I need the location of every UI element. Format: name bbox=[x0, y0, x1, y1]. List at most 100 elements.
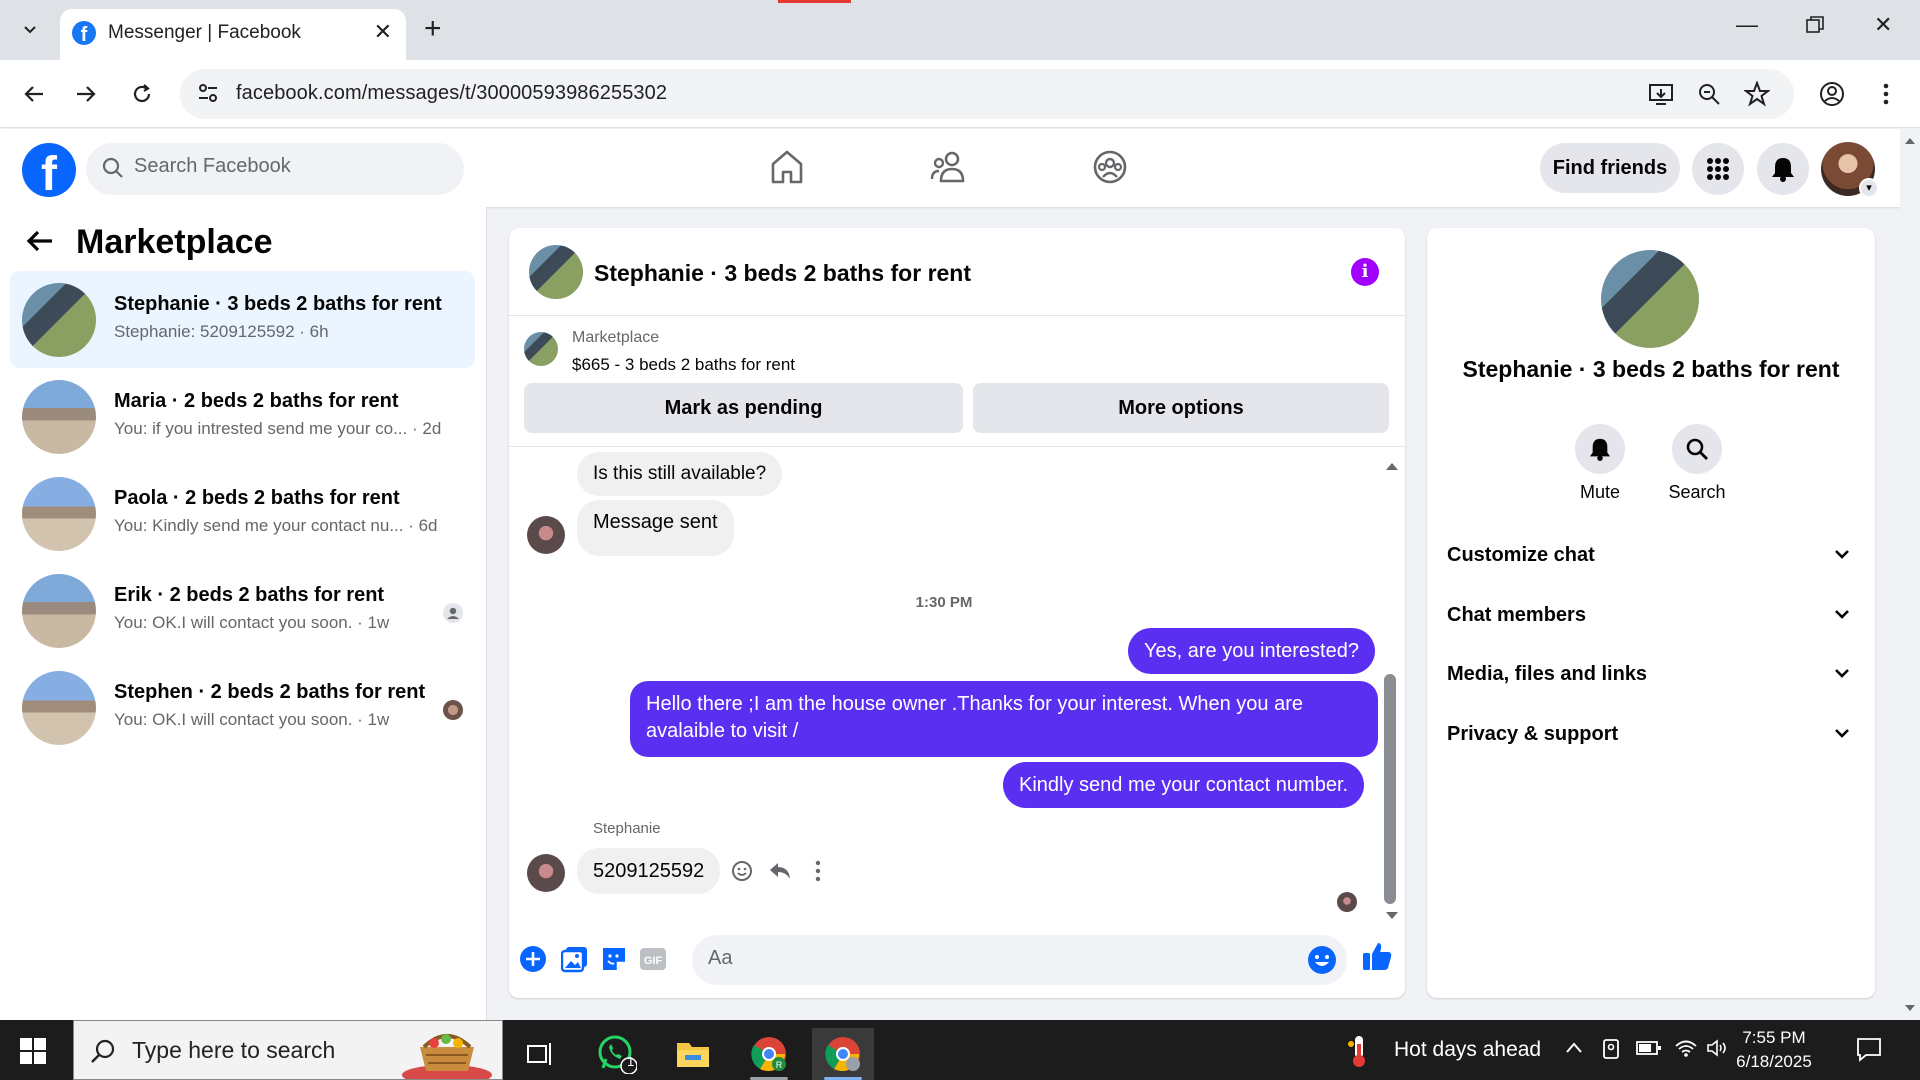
site-settings-icon[interactable] bbox=[196, 81, 220, 110]
minimize-icon[interactable]: — bbox=[1736, 12, 1758, 38]
listing-thumbnail[interactable] bbox=[524, 332, 558, 366]
chrome-icon[interactable] bbox=[812, 1028, 874, 1080]
conversation-name: Stephanie · 3 beds 2 baths for rent bbox=[114, 293, 442, 315]
windows-taskbar: 1 R Hot days ahead 7:55 PM 6/18/2025 bbox=[0, 1020, 1920, 1080]
windows-start-icon[interactable] bbox=[20, 1038, 46, 1069]
message-input[interactable] bbox=[708, 947, 1268, 970]
scroll-up-icon[interactable] bbox=[1904, 137, 1916, 145]
zoom-icon[interactable] bbox=[1696, 81, 1722, 112]
task-view-icon[interactable] bbox=[509, 1028, 571, 1080]
friends-icon[interactable] bbox=[930, 149, 966, 190]
seen-person-icon bbox=[443, 603, 463, 623]
chevron-down-icon bbox=[1833, 650, 1851, 716]
battery-icon[interactable] bbox=[1636, 1038, 1662, 1063]
sender-avatar[interactable] bbox=[527, 516, 565, 554]
details-avatar[interactable] bbox=[1601, 250, 1699, 348]
close-tab-icon[interactable]: ✕ bbox=[374, 19, 392, 45]
plus-circle-icon[interactable] bbox=[519, 945, 547, 978]
page-title: Marketplace bbox=[76, 223, 273, 261]
message-input-field[interactable] bbox=[692, 935, 1347, 985]
back-icon[interactable] bbox=[16, 76, 52, 112]
scroll-down-icon[interactable] bbox=[1385, 908, 1399, 926]
outgoing-message[interactable]: Kindly send me your contact number. bbox=[1003, 762, 1365, 808]
conversation-item[interactable]: Maria · 2 beds 2 baths for rent You: if … bbox=[10, 368, 475, 465]
chrome-profile-icon[interactable]: R bbox=[738, 1028, 800, 1080]
whatsapp-icon[interactable]: 1 bbox=[586, 1028, 648, 1080]
chevron-down-icon[interactable]: ▾ bbox=[1859, 178, 1879, 198]
facebook-search[interactable] bbox=[86, 143, 464, 195]
meet-icon[interactable] bbox=[1600, 1038, 1622, 1065]
forward-icon[interactable] bbox=[68, 76, 104, 112]
notification-center-icon[interactable] bbox=[1856, 1036, 1882, 1067]
emoji-icon[interactable] bbox=[1307, 945, 1337, 980]
search-input[interactable] bbox=[134, 155, 434, 178]
weather-text[interactable]: Hot days ahead bbox=[1394, 1038, 1541, 1062]
sender-avatar[interactable] bbox=[527, 854, 565, 892]
facebook-favicon-icon: f bbox=[72, 21, 96, 45]
incoming-message[interactable]: 5209125592 bbox=[577, 848, 721, 894]
listing-label: Marketplace bbox=[572, 329, 660, 346]
gif-icon[interactable]: GIF bbox=[639, 945, 667, 978]
outgoing-message[interactable]: Yes, are you interested? bbox=[1128, 628, 1375, 674]
mute-button[interactable]: Mute bbox=[1560, 424, 1640, 503]
incoming-message[interactable]: Message sent bbox=[577, 500, 734, 556]
groups-icon[interactable] bbox=[1092, 149, 1128, 190]
search-in-chat-button[interactable]: Search bbox=[1657, 424, 1737, 503]
chat-title[interactable]: Stephanie · 3 beds 2 baths for rent bbox=[594, 260, 971, 287]
media-files-links-row[interactable]: Media, files and links bbox=[1447, 650, 1857, 698]
wifi-icon[interactable] bbox=[1674, 1038, 1698, 1063]
customize-chat-row[interactable]: Customize chat bbox=[1447, 531, 1857, 579]
chat-members-row[interactable]: Chat members bbox=[1447, 591, 1857, 639]
back-arrow-icon[interactable] bbox=[26, 229, 54, 258]
profile-icon[interactable] bbox=[1814, 76, 1850, 112]
browser-menu-icon[interactable] bbox=[1868, 76, 1904, 112]
listing-price[interactable]: $665 - 3 beds 2 baths for rent bbox=[572, 355, 795, 375]
restore-icon[interactable] bbox=[1806, 14, 1824, 40]
conversation-item[interactable]: Stephanie · 3 beds 2 baths for rent Step… bbox=[10, 271, 475, 368]
find-friends-button[interactable]: Find friends bbox=[1540, 143, 1680, 193]
bookmark-star-icon[interactable] bbox=[1743, 80, 1771, 112]
incoming-message[interactable]: Is this still available? bbox=[577, 452, 783, 496]
reply-icon[interactable] bbox=[768, 860, 792, 887]
scroll-up-icon[interactable] bbox=[1385, 458, 1399, 476]
chevron-up-icon[interactable] bbox=[1564, 1038, 1584, 1063]
more-actions-icon[interactable] bbox=[815, 860, 821, 887]
photo-icon[interactable] bbox=[560, 945, 589, 978]
home-icon[interactable] bbox=[770, 149, 804, 190]
close-window-icon[interactable]: ✕ bbox=[1874, 12, 1892, 38]
thumbs-up-icon[interactable] bbox=[1361, 940, 1393, 977]
install-app-icon[interactable] bbox=[1648, 81, 1674, 112]
chevron-down-icon bbox=[1833, 531, 1851, 597]
conversation-item[interactable]: Stephen · 2 beds 2 baths for rent You: O… bbox=[10, 659, 475, 756]
conversation-name: Erik · 2 beds 2 baths for rent bbox=[114, 584, 385, 606]
scroll-down-icon[interactable] bbox=[1904, 1004, 1916, 1012]
conversation-name: Stephen · 2 beds 2 baths for rent bbox=[114, 681, 426, 703]
taskbar-search-input[interactable] bbox=[132, 1037, 392, 1064]
privacy-support-row[interactable]: Privacy & support bbox=[1447, 710, 1857, 758]
chat-avatar[interactable] bbox=[529, 245, 583, 299]
browser-tab[interactable]: f Messenger | Facebook ✕ bbox=[60, 9, 406, 60]
facebook-logo-icon[interactable]: f bbox=[22, 143, 76, 197]
thermometer-icon[interactable] bbox=[1346, 1034, 1372, 1073]
tab-search-button[interactable] bbox=[12, 14, 48, 46]
page-scrollbar[interactable] bbox=[1900, 129, 1920, 1020]
more-options-button[interactable]: More options bbox=[973, 383, 1389, 433]
chat-scrollbar-thumb[interactable] bbox=[1384, 674, 1396, 904]
account-avatar[interactable]: ▾ bbox=[1821, 142, 1879, 198]
mark-as-pending-button[interactable]: Mark as pending bbox=[524, 383, 963, 433]
taskbar-search[interactable] bbox=[73, 1020, 503, 1080]
outgoing-message[interactable]: Hello there ;I am the house owner .Thank… bbox=[630, 681, 1378, 757]
notifications-button[interactable] bbox=[1757, 143, 1809, 195]
address-bar[interactable]: facebook.com/messages/t/3000059398625530… bbox=[180, 69, 1794, 119]
url-text[interactable]: facebook.com/messages/t/3000059398625530… bbox=[236, 82, 667, 105]
new-tab-icon[interactable]: + bbox=[424, 12, 442, 46]
reload-icon[interactable] bbox=[124, 76, 160, 112]
react-emoji-icon[interactable] bbox=[731, 860, 753, 887]
sticker-icon[interactable] bbox=[600, 945, 628, 978]
system-clock[interactable]: 7:55 PM 6/18/2025 bbox=[1724, 1026, 1824, 1074]
conversation-item[interactable]: Erik · 2 beds 2 baths for rent You: OK.I… bbox=[10, 562, 475, 659]
conversation-item[interactable]: Paola · 2 beds 2 baths for rent You: Kin… bbox=[10, 465, 475, 562]
file-explorer-icon[interactable] bbox=[662, 1028, 724, 1080]
menu-grid-button[interactable] bbox=[1692, 143, 1744, 195]
info-icon[interactable]: i bbox=[1351, 258, 1379, 286]
